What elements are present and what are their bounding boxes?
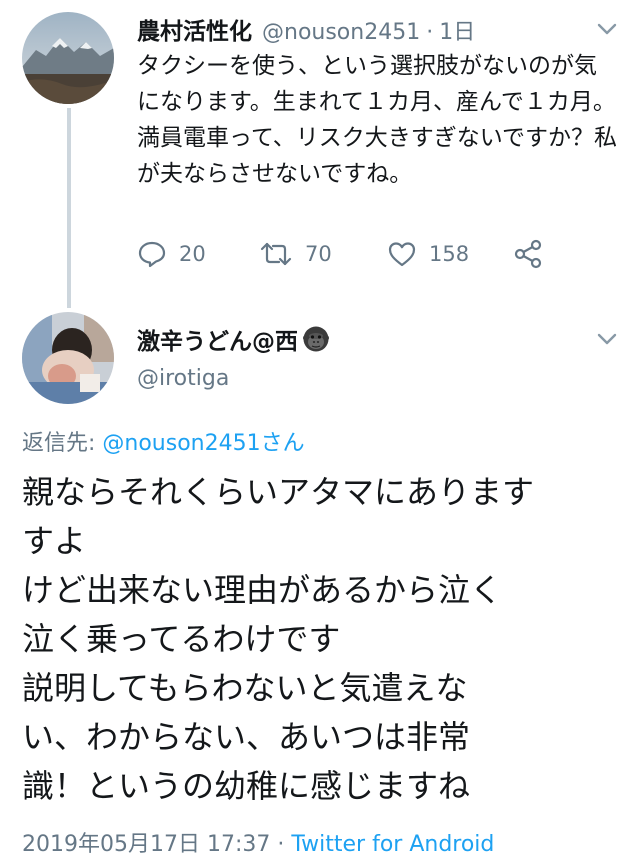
reply-to-line: 返信先: @nouson2451さん bbox=[22, 425, 305, 457]
reply-to-mention-link[interactable]: @nouson2451さん bbox=[102, 431, 304, 456]
user-handle[interactable]: @irotiga bbox=[137, 366, 229, 391]
like-button[interactable]: 158 bbox=[387, 236, 469, 272]
tweet-header: 農村活性化 @nouson2451 · 1日 bbox=[137, 12, 475, 46]
tweet-text-line: 説明してもらわないと気遣えな bbox=[22, 669, 468, 707]
reply-to-prefix: 返信先: bbox=[22, 431, 103, 456]
tweet-time[interactable]: 1日 bbox=[439, 14, 475, 46]
user-handle[interactable]: @nouson2451 bbox=[262, 20, 420, 45]
avatar[interactable] bbox=[22, 312, 114, 404]
reply-count: 20 bbox=[179, 242, 206, 266]
retweet-icon bbox=[260, 242, 292, 266]
thread-connector-line bbox=[67, 108, 71, 308]
tweet-text-line: い、わからない、あいつは非常 bbox=[22, 718, 471, 756]
display-name-text: 激辛うどん@西 bbox=[137, 329, 298, 355]
avatar[interactable] bbox=[22, 12, 114, 104]
meta-separator: · bbox=[270, 832, 292, 857]
share-button[interactable] bbox=[513, 236, 543, 272]
parent-tweet[interactable]: 農村活性化 @nouson2451 · 1日 タクシーを使う、という選択肢がない… bbox=[0, 0, 640, 308]
tweet-text: タクシーを使う、という選択肢がないのが気になります。生まれて１カ月、産んで１カ月… bbox=[137, 53, 618, 187]
chevron-down-icon[interactable] bbox=[596, 22, 618, 36]
like-count: 158 bbox=[429, 242, 470, 266]
tweet-text-line: 親ならそれくらいアタマにあります bbox=[22, 473, 535, 511]
tweet-text-line: けど出来ない理由があるから泣く bbox=[22, 571, 503, 609]
tweet-text: 親ならそれくらいアタマにあります すよ けど出来ない理由があるから泣く 泣く乗っ… bbox=[22, 468, 622, 811]
tweet-text-line: 泣く乗ってるわけです bbox=[22, 620, 341, 658]
chevron-down-icon[interactable] bbox=[596, 332, 618, 346]
tweet-timestamp[interactable]: 2019年05月17日 17:37 bbox=[22, 832, 270, 857]
retweet-button[interactable]: 70 bbox=[259, 236, 332, 272]
heart-icon bbox=[388, 242, 416, 267]
tweet-source-link[interactable]: Twitter for Android bbox=[291, 832, 494, 857]
retweet-count: 70 bbox=[305, 242, 332, 266]
tweet-meta: 2019年05月17日 17:37 · Twitter for Android bbox=[22, 826, 494, 858]
display-name[interactable]: 激辛うどん@西 bbox=[137, 322, 330, 356]
reply-icon bbox=[138, 241, 166, 268]
tweet-text-line: すよ bbox=[22, 522, 87, 560]
display-name[interactable]: 農村活性化 bbox=[137, 12, 252, 46]
share-icon bbox=[514, 239, 542, 269]
separator-dot: · bbox=[426, 20, 434, 45]
tweet-actions: 20 70 158 bbox=[137, 236, 557, 272]
tweet-text-line: 識！というの幼稚に感じますね bbox=[22, 767, 471, 805]
gorilla-emoji-icon bbox=[303, 326, 329, 352]
reply-button[interactable]: 20 bbox=[137, 236, 206, 272]
